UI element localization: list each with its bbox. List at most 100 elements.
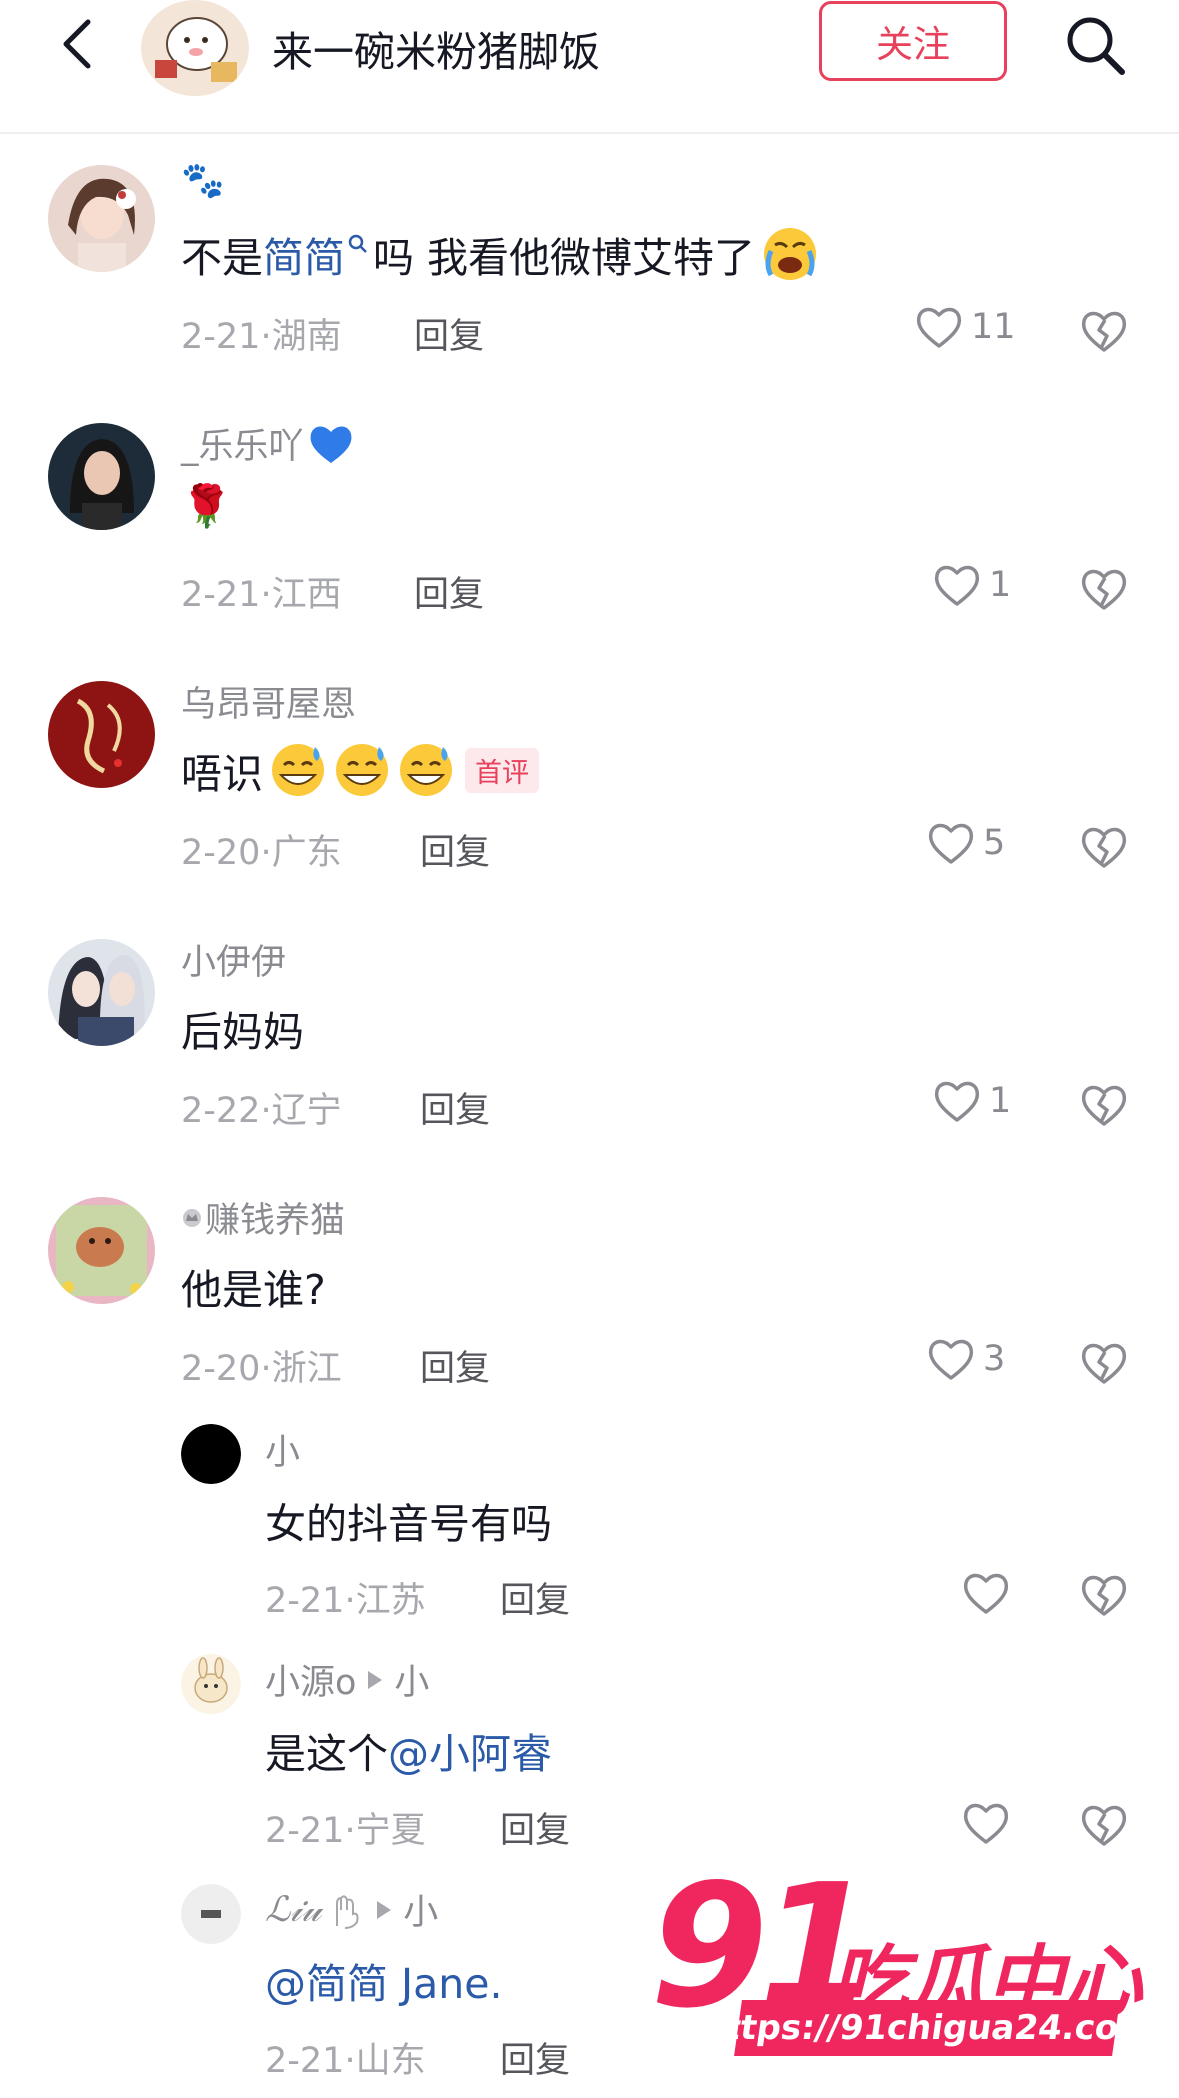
like-count: 11	[971, 307, 1016, 347]
reply-meta: 2-21·宁夏	[265, 1802, 426, 1853]
back-icon[interactable]	[52, 16, 108, 72]
mention-link[interactable]: @小阿睿	[388, 1730, 552, 1778]
first-comment-badge: 首评	[465, 747, 539, 793]
search-link[interactable]: 简简	[263, 224, 345, 284]
meta-dot: ·	[260, 575, 272, 615]
dislike-icon[interactable]	[1079, 564, 1129, 612]
reply-meta: 2-21·山东	[265, 2032, 426, 2083]
meta-dot: ·	[344, 2041, 356, 2081]
username-text: 赚钱养猫	[205, 1201, 346, 1241]
comment-date: 2-21	[181, 575, 261, 615]
reply-date: 2-21	[265, 1811, 345, 1851]
reply-button[interactable]: 回复	[420, 824, 490, 875]
reply-button[interactable]: 回复	[420, 1082, 490, 1133]
avatar[interactable]	[181, 1654, 241, 1714]
username[interactable]: ℒ𝒾𝓊 小	[265, 1884, 438, 1935]
like-count: 3	[983, 1339, 1006, 1379]
reply-button[interactable]: 回复	[500, 1572, 570, 1623]
avatar[interactable]	[48, 423, 155, 530]
crown-icon	[183, 1208, 201, 1227]
username[interactable]: 小	[265, 1424, 300, 1475]
username[interactable]: 🐾	[181, 160, 225, 201]
comment-text-body: 后妈妈	[181, 1008, 304, 1056]
username[interactable]: _乐乐吖	[181, 418, 354, 469]
heart-icon	[934, 1081, 980, 1122]
play-arrow-icon	[368, 1670, 383, 1689]
username[interactable]: 赚钱养猫	[181, 1192, 345, 1243]
like-button[interactable]: 1	[933, 1078, 1011, 1124]
avatar[interactable]	[48, 165, 155, 272]
like-button[interactable]: 11	[915, 304, 1016, 350]
search-small-icon[interactable]	[347, 233, 369, 255]
comment-text: 不是 简简 吗 我看他微博艾特了	[181, 224, 819, 284]
reply-date: 2-21	[265, 2041, 345, 2081]
dislike-icon[interactable]	[1079, 1338, 1129, 1386]
blue-heart-icon	[310, 425, 351, 463]
comment-text-after: 吗 我看他微博艾特了	[373, 234, 756, 282]
top-bar: 来一碗米粉猪脚饭 关注	[0, 0, 1179, 134]
search-icon[interactable]	[1062, 12, 1128, 78]
reply-button[interactable]: 回复	[500, 2032, 570, 2083]
heart-icon[interactable]	[962, 1570, 1010, 1616]
comment-meta: 2-20·广东	[181, 824, 342, 875]
meta-dot: ·	[344, 1811, 356, 1851]
username-text: _乐乐吖	[181, 427, 304, 467]
like-button[interactable]: 5	[927, 820, 1005, 866]
reply-button[interactable]: 回复	[414, 308, 484, 359]
comment-text: 他是谁?	[181, 1256, 326, 1316]
dislike-icon[interactable]	[1079, 306, 1129, 354]
avatar[interactable]	[48, 939, 155, 1046]
like-count: 5	[983, 823, 1006, 863]
like-button[interactable]: 3	[927, 1336, 1005, 1382]
avatar[interactable]	[181, 1424, 241, 1484]
comment-text-before: 不是	[181, 234, 263, 282]
dislike-icon[interactable]	[1079, 822, 1129, 870]
meta-dot: ·	[260, 833, 272, 873]
username[interactable]: 小伊伊	[181, 934, 286, 985]
heart-icon	[916, 307, 962, 348]
follow-button[interactable]: 关注	[819, 1, 1007, 81]
avatar[interactable]	[48, 681, 155, 788]
reply-location: 山东	[355, 2041, 426, 2081]
username[interactable]: 小源o 小	[265, 1654, 429, 1705]
comment-location: 浙江	[271, 1349, 342, 1389]
reply-button[interactable]: 回复	[500, 1802, 570, 1853]
comment-date: 2-22	[181, 1091, 261, 1131]
reply-button[interactable]: 回复	[420, 1340, 490, 1391]
dislike-icon[interactable]	[1079, 1080, 1129, 1128]
comment-location: 江西	[271, 575, 342, 615]
like-count: 1	[989, 565, 1012, 605]
author-name[interactable]: 来一碗米粉猪脚饭	[272, 18, 600, 78]
comment-text-body: 他是谁?	[181, 1266, 326, 1314]
grin-sweat-emoji-icon	[336, 744, 388, 796]
watermark: 91 吃瓜中心 https://91chigua24.com	[650, 1862, 1157, 2062]
reply-button[interactable]: 回复	[414, 566, 484, 617]
reply-location: 江苏	[355, 1581, 426, 1621]
heart-icon	[928, 1339, 974, 1380]
hand-icon	[336, 1894, 359, 1929]
reply-text: 女的抖音号有吗	[265, 1500, 552, 1548]
reply-text: @简简 Jane.	[265, 1950, 503, 2010]
avatar[interactable]	[181, 1884, 241, 1944]
comment-meta: 2-22·辽宁	[181, 1082, 342, 1133]
rose-emoji: 🌹	[181, 482, 233, 530]
heart-icon[interactable]	[962, 1800, 1010, 1846]
comment-date: 2-20	[181, 1349, 261, 1389]
dislike-icon[interactable]	[1079, 1570, 1129, 1618]
mention-link[interactable]: @简简 Jane.	[265, 1960, 503, 2008]
like-count: 1	[989, 1081, 1012, 1121]
dislike-icon[interactable]	[1079, 1800, 1129, 1848]
username[interactable]: 乌昂哥屋恩	[181, 676, 356, 727]
meta-dot: ·	[344, 1581, 356, 1621]
reply-to-username[interactable]: 小	[403, 1884, 438, 1935]
grin-sweat-emoji-icon	[272, 744, 324, 796]
heart-icon	[928, 823, 974, 864]
watermark-url: https://91chigua24.com	[697, 2000, 1157, 2056]
username-text: 小源o	[265, 1663, 357, 1703]
like-button[interactable]: 1	[933, 562, 1011, 608]
comment-location: 广东	[271, 833, 342, 873]
author-avatar[interactable]	[141, 0, 249, 96]
reply-location: 宁夏	[355, 1811, 426, 1851]
reply-to-username[interactable]: 小	[394, 1654, 429, 1705]
avatar[interactable]	[48, 1197, 155, 1304]
